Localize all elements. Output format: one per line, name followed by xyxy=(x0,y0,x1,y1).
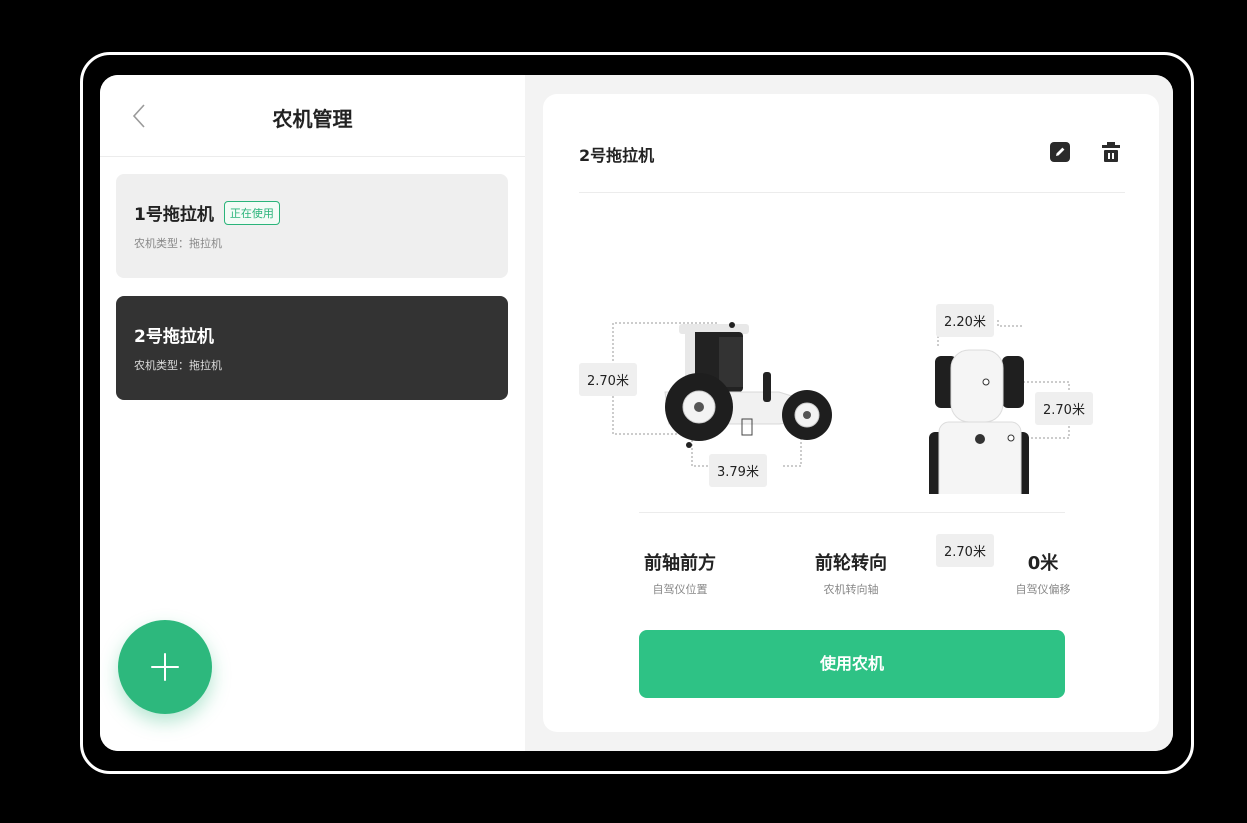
stat-label: 农机转向轴 xyxy=(823,583,879,596)
divider xyxy=(579,192,1125,193)
stat-value: 前轮转向 xyxy=(815,553,887,574)
machine-list-panel: 农机管理 1号拖拉机 正在使用 农机类型：拖拉机 2号拖拉机 农机类型：拖拉机 xyxy=(100,75,525,751)
app-screen: 农机管理 1号拖拉机 正在使用 农机类型：拖拉机 2号拖拉机 农机类型：拖拉机 … xyxy=(100,75,1173,751)
detail-panel: 2号拖拉机 2.70米 3.79米 2.20米 2.70米 2.70米 前轴前方… xyxy=(525,75,1173,751)
left-header: 农机管理 xyxy=(100,75,525,157)
side-length-label: 3.79米 xyxy=(709,454,767,487)
stat-label: 自驾仪偏移 xyxy=(1015,583,1071,596)
edit-icon[interactable] xyxy=(1050,142,1070,162)
side-height-label: 2.70米 xyxy=(579,363,637,396)
trash-icon[interactable] xyxy=(1101,141,1121,163)
machine-type: 农机类型：拖拉机 xyxy=(134,359,222,372)
machine-detail-card: 2号拖拉机 2.70米 3.79米 2.20米 2.70米 2.70米 前轴前方… xyxy=(543,94,1159,732)
machine-card-2[interactable]: 2号拖拉机 农机类型：拖拉机 xyxy=(116,296,508,400)
stat-autopilot-position: 前轴前方 自驾仪位置 xyxy=(615,549,745,597)
machine-name: 2号拖拉机 xyxy=(134,327,214,347)
stat-label: 自驾仪位置 xyxy=(652,583,708,596)
status-badge: 正在使用 xyxy=(223,200,280,225)
divider xyxy=(639,512,1065,513)
top-front-width-label: 2.20米 xyxy=(936,304,994,337)
add-machine-button[interactable] xyxy=(118,620,212,714)
stat-value: 前轴前方 xyxy=(644,553,716,574)
stat-autopilot-offset: 0米 自驾仪偏移 xyxy=(978,549,1108,597)
stat-steering-axis: 前轮转向 农机转向轴 xyxy=(786,549,916,597)
machine-card-1[interactable]: 1号拖拉机 正在使用 农机类型：拖拉机 xyxy=(116,174,508,278)
detail-title: 2号拖拉机 xyxy=(579,146,655,165)
page-title: 农机管理 xyxy=(272,107,353,131)
machine-name: 1号拖拉机 xyxy=(134,205,214,225)
top-length-label: 2.70米 xyxy=(1035,392,1093,425)
dimension-diagram: 2.70米 3.79米 2.20米 2.70米 2.70米 xyxy=(579,224,1125,567)
use-machine-button[interactable]: 使用农机 xyxy=(639,630,1065,698)
machine-type: 农机类型：拖拉机 xyxy=(134,237,222,250)
stat-value: 0米 xyxy=(1027,553,1059,574)
tractor-side-view xyxy=(612,320,1070,494)
